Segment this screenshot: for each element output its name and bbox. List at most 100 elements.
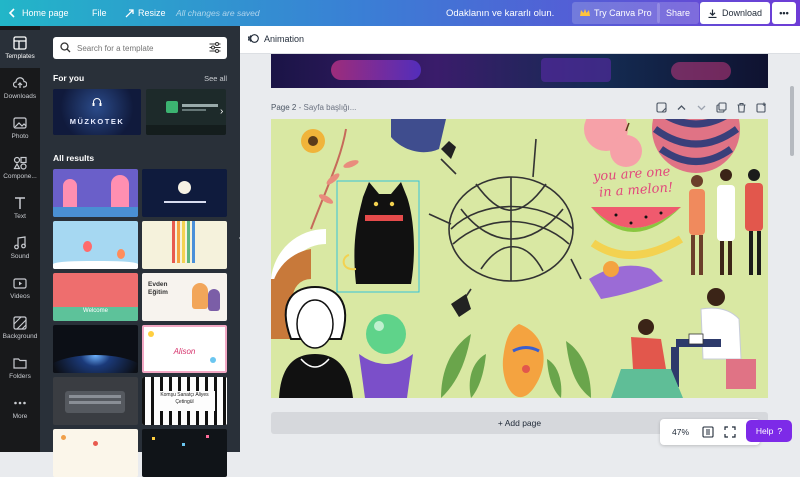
- resize-icon: [125, 8, 134, 17]
- for-you-template-1[interactable]: MÜZKOTEK: [53, 89, 141, 135]
- chevron-left-icon: [8, 8, 15, 18]
- see-all-link[interactable]: See all: [204, 74, 227, 83]
- rail-item-label: Text: [14, 213, 26, 220]
- black-cat-illustration: [354, 182, 414, 284]
- template-result-4[interactable]: [142, 221, 227, 269]
- save-status: All changes are saved: [176, 8, 260, 18]
- rail-item-label: Sound: [10, 253, 30, 260]
- try-canva-pro-button[interactable]: Try Canva Pro: [572, 2, 660, 24]
- rail-item-background[interactable]: Background: [0, 310, 40, 348]
- download-label: Download: [722, 8, 763, 18]
- chevron-down-icon[interactable]: [696, 102, 707, 113]
- trash-icon[interactable]: [736, 102, 747, 113]
- page-1-preview[interactable]: [271, 54, 768, 88]
- filter-icon[interactable]: [209, 42, 221, 53]
- template-result-8-text: Alison: [173, 347, 196, 356]
- animation-label: Animation: [264, 33, 305, 44]
- design-title[interactable]: Odaklanın ve kararlı olun.: [446, 0, 554, 26]
- template-result-6-text: Evden Eğitim: [148, 281, 168, 296]
- for-you-heading: For you: [53, 73, 85, 83]
- rail-item-folders[interactable]: Folders: [0, 350, 40, 388]
- vertical-scrollbar[interactable]: [790, 86, 794, 156]
- editor-area: Animation Page 2 - Sayfa başlığı... you …: [240, 26, 800, 452]
- rail-item-videos[interactable]: Videos: [0, 270, 40, 308]
- page-label: Page 2 - Sayfa başlığı...: [271, 103, 356, 112]
- resize-label: Resize: [138, 8, 166, 18]
- page-number: Page 2: [271, 103, 297, 112]
- women-group-illustration: [689, 169, 763, 275]
- design-canvas[interactable]: you are one in a melon!: [271, 119, 768, 398]
- templates-panel: For you See all MÜZKOTEK › All results: [40, 26, 240, 477]
- share-button[interactable]: Share: [657, 2, 700, 24]
- rail-item-label: Compone...: [3, 173, 37, 180]
- context-toolbar: Animation: [240, 26, 800, 54]
- note-icon[interactable]: [656, 102, 667, 113]
- template-result-3[interactable]: [53, 221, 138, 269]
- rail-item-label: More: [12, 413, 28, 420]
- more-options-button[interactable]: •••: [772, 2, 796, 24]
- template-result-7[interactable]: [53, 325, 138, 373]
- templates-icon: [13, 36, 27, 50]
- file-menu-button[interactable]: File: [92, 0, 107, 26]
- rail-item-label: Downloads: [3, 93, 37, 100]
- template-result-10[interactable]: Komşu Sanatçı Aliyes Çetingül: [142, 377, 227, 425]
- template-search-box: [53, 37, 227, 59]
- video-icon: [13, 278, 27, 289]
- template-result-5[interactable]: Welcome: [53, 273, 138, 321]
- template-result-12[interactable]: [142, 429, 227, 477]
- rail-item-sound[interactable]: Sound: [0, 230, 40, 268]
- rail-item-label: Templates: [5, 53, 35, 60]
- zoom-level[interactable]: 47%: [672, 427, 689, 437]
- rail-item-templates[interactable]: Templates: [0, 30, 40, 68]
- download-button[interactable]: Download: [700, 2, 771, 24]
- template-search-input[interactable]: [77, 40, 197, 56]
- template-result-9[interactable]: [53, 377, 138, 425]
- rail-item-more[interactable]: More: [0, 390, 40, 428]
- photo-icon: [13, 117, 27, 129]
- rail-item-label: Videos: [10, 293, 30, 300]
- rail-item-components[interactable]: Compone...: [0, 150, 40, 188]
- template-result-11[interactable]: [53, 429, 138, 477]
- rail-item-label: Folders: [9, 373, 31, 380]
- for-you-template-1-text: MÜZKOTEK: [69, 117, 125, 126]
- chevron-up-icon[interactable]: [676, 102, 687, 113]
- add-page-icon[interactable]: [756, 102, 767, 113]
- help-label: Help: [755, 426, 774, 436]
- background-icon: [13, 316, 27, 330]
- top-toolbar: Home page File Resize All changes are sa…: [0, 0, 800, 26]
- template-result-2[interactable]: [142, 169, 227, 217]
- music-icon: [14, 236, 26, 250]
- elements-icon: [13, 156, 27, 170]
- try-canva-pro-label: Try Canva Pro: [594, 8, 652, 18]
- rail-item-photo[interactable]: Photo: [0, 110, 40, 148]
- chevron-right-icon[interactable]: ›: [220, 106, 223, 117]
- for-you-template-2[interactable]: [146, 89, 226, 135]
- crystal-ball-illustration: [366, 314, 406, 354]
- help-button[interactable]: Help ?: [746, 420, 792, 442]
- purple-figure-illustration: [589, 265, 663, 299]
- animation-button[interactable]: Animation: [248, 33, 304, 44]
- more-icon: [14, 401, 26, 405]
- zoom-controls: 47%: [660, 419, 760, 445]
- template-result-1[interactable]: [53, 169, 138, 217]
- rail-item-downloads[interactable]: Downloads: [0, 70, 40, 108]
- side-navigation-rail: Templates Downloads Photo Compone... Tex…: [0, 26, 40, 452]
- all-results-heading: All results: [53, 153, 95, 163]
- shoe-illustration: [391, 119, 446, 153]
- rail-item-text[interactable]: Text: [0, 190, 40, 228]
- download-icon: [708, 9, 717, 18]
- question-mark-icon: ?: [777, 426, 783, 436]
- duplicate-page-icon[interactable]: [716, 102, 727, 113]
- tangled-hands-illustration: [428, 138, 582, 305]
- page-title-input[interactable]: - Sayfa başlığı...: [299, 103, 357, 112]
- home-page-button[interactable]: Home page: [8, 0, 69, 26]
- cloud-upload-icon: [13, 77, 27, 88]
- template-result-8[interactable]: Alison: [142, 325, 227, 373]
- resize-button[interactable]: Resize: [125, 0, 166, 26]
- reading-man-illustration: [671, 288, 756, 389]
- fullscreen-icon[interactable]: [724, 426, 736, 438]
- lemon-illustration: [502, 324, 544, 398]
- page-grid-icon[interactable]: [702, 426, 714, 438]
- template-result-6[interactable]: Evden Eğitim: [142, 273, 227, 321]
- folder-icon: [13, 358, 27, 369]
